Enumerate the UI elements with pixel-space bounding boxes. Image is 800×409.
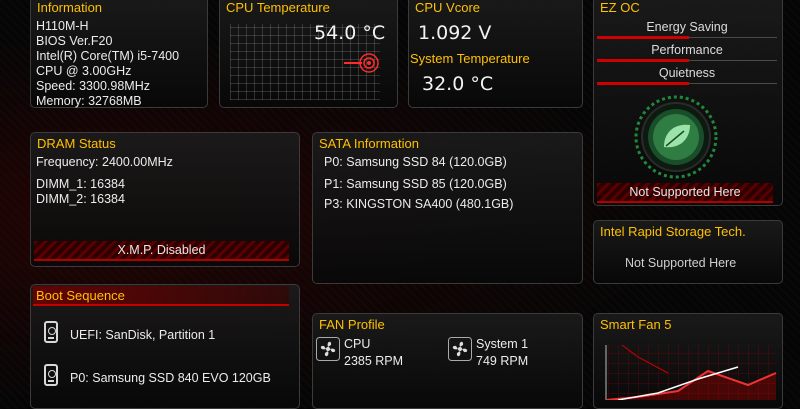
fan-system1-name: System 1 bbox=[476, 337, 529, 351]
information-title: Information bbox=[37, 0, 103, 15]
sata-port-0: P0: Samsung SSD 84 (120.0GB) bbox=[324, 155, 507, 169]
intel-rst-panel: Intel Rapid Storage Tech. bbox=[593, 220, 783, 284]
dram-dimm2: DIMM_2: 16384 bbox=[36, 192, 125, 206]
ez-oc-energy-saving-label: Energy Saving bbox=[646, 20, 728, 34]
dram-dimm1: DIMM_1: 16384 bbox=[36, 177, 125, 191]
intel-rst-title: Intel Rapid Storage Tech. bbox=[600, 224, 746, 239]
ez-oc-quietness-label: Quietness bbox=[658, 66, 716, 80]
info-bios-version: BIOS Ver.F20 bbox=[36, 34, 113, 48]
boot-item-2[interactable]: P0: Samsung SSD 840 EVO 120GB bbox=[70, 371, 271, 385]
fan-cpu-name: CPU bbox=[344, 337, 371, 351]
sata-port-1: P1: Samsung SSD 85 (120.0GB) bbox=[324, 177, 507, 191]
xmp-status-bar[interactable]: X.M.P. Disabled bbox=[34, 241, 289, 261]
eco-leaf-icon bbox=[634, 95, 718, 179]
boot-item-1[interactable]: UEFI: SanDisk, Partition 1 bbox=[70, 328, 215, 342]
ez-oc-title: EZ OC bbox=[600, 0, 640, 15]
temperature-target-icon bbox=[344, 53, 379, 73]
smart-fan-title: Smart Fan 5 bbox=[600, 317, 672, 332]
boot-sequence-title: Boot Sequence bbox=[36, 288, 125, 303]
intel-rst-status: Not Supported Here bbox=[625, 256, 737, 270]
ez-oc-performance-label: Performance bbox=[651, 43, 723, 57]
sata-information-title: SATA Information bbox=[319, 136, 419, 151]
ez-oc-performance[interactable]: Performance bbox=[597, 42, 777, 64]
ez-oc-status-bar: Not Supported Here bbox=[597, 183, 773, 203]
dram-status-title: DRAM Status bbox=[37, 136, 116, 151]
cpu-temperature-value: 54.0 °C bbox=[314, 22, 386, 44]
fan-cpu-rpm: 2385 RPM bbox=[344, 354, 404, 368]
fan-icon bbox=[448, 337, 472, 361]
cpu-temperature-title: CPU Temperature bbox=[226, 0, 330, 15]
ez-oc-quietness[interactable]: Quietness bbox=[597, 65, 777, 87]
cpu-vcore-value: 1.092 V bbox=[418, 22, 492, 44]
info-cpu-model: Intel(R) Core(TM) i5-7400 bbox=[36, 49, 180, 63]
system-temperature-value: 32.0 °C bbox=[422, 73, 494, 95]
fan-system1-rpm: 749 RPM bbox=[476, 354, 529, 368]
dram-frequency: Frequency: 2400.00MHz bbox=[36, 155, 173, 169]
sata-port-3: P3: KINGSTON SA400 (480.1GB) bbox=[324, 197, 514, 211]
cpu-vcore-title: CPU Vcore bbox=[415, 0, 481, 15]
info-board-model: H110M-H bbox=[36, 19, 89, 33]
system-temperature-title: System Temperature bbox=[410, 51, 530, 66]
info-cpu-clock: CPU @ 3.00GHz bbox=[36, 64, 132, 78]
info-speed: Speed: 3300.98MHz bbox=[36, 79, 150, 93]
fan-icon bbox=[316, 337, 340, 361]
ez-oc-energy-saving[interactable]: Energy Saving bbox=[597, 19, 777, 41]
hard-drive-icon bbox=[44, 364, 58, 386]
smart-fan-curve-graph[interactable] bbox=[598, 343, 778, 400]
fan-profile-title: FAN Profile bbox=[319, 317, 385, 332]
hard-drive-icon bbox=[44, 321, 58, 343]
info-memory: Memory: 32768MB bbox=[36, 94, 142, 108]
